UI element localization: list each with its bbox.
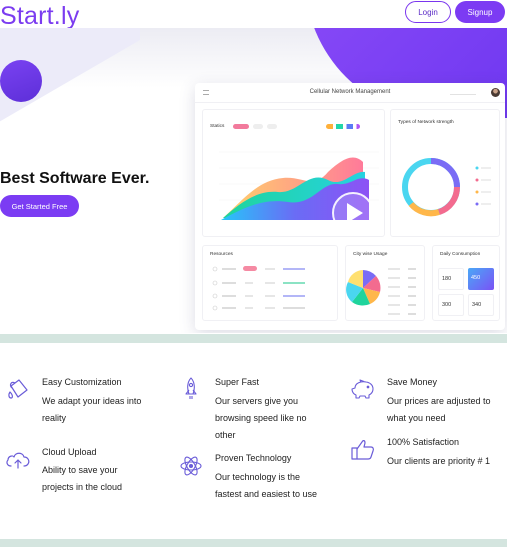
thumbs-up-icon	[351, 440, 374, 460]
avatar	[491, 88, 500, 97]
network-strength-card: Types of Network strength	[390, 109, 500, 237]
daily-consumption-card: Daily Consumption 180 450 300 340	[432, 245, 500, 321]
brand-logo[interactable]: Start.ly	[0, 2, 79, 31]
dashboard-topbar: Cellular Network Management	[195, 83, 505, 103]
daily-value: 180	[442, 276, 452, 282]
daily-tile: 180	[438, 268, 464, 290]
statics-card: Statics	[202, 109, 385, 237]
feature-description: We adapt your ideas into reality	[42, 396, 142, 423]
piggy-bank-icon	[351, 379, 374, 399]
statics-area-chart	[219, 151, 379, 234]
get-started-button[interactable]: Get Started Free	[0, 195, 79, 217]
daily-value: 340	[472, 302, 482, 308]
feature-description: Our servers give you browsing speed like…	[215, 396, 307, 440]
feature-title: Cloud Upload	[42, 447, 97, 457]
daily-tile-highlight: 450	[468, 268, 494, 290]
feature-title: 100% Satisfaction	[387, 437, 460, 447]
hero-section: Best Software Ever. Get Started Free Cel…	[0, 28, 507, 333]
feature-title: Save Money	[387, 377, 438, 387]
city-usage-chart	[346, 268, 416, 315]
section-divider	[0, 334, 507, 343]
daily-consumption-title: Daily Consumption	[440, 252, 481, 257]
login-button[interactable]: Login	[405, 1, 451, 23]
signup-button[interactable]: Signup	[455, 1, 505, 23]
hero-decor-circle	[0, 60, 42, 102]
city-usage-card: City wise Usage	[345, 245, 425, 321]
footer-divider	[0, 539, 507, 547]
feature-title: Proven Technology	[215, 453, 292, 463]
dashboard-preview: Cellular Network Management Statics Type…	[195, 83, 505, 330]
feature-description: Ability to save your projects in the clo…	[42, 465, 123, 492]
search-icon	[450, 90, 476, 95]
feature-description: Our clients are priority # 1	[387, 456, 491, 466]
network-donut-chart	[402, 158, 491, 217]
resources-card: Resources	[202, 245, 338, 321]
daily-value: 300	[442, 302, 452, 308]
rocket-icon	[185, 377, 197, 399]
feature-description: Our technology is the fastest and easies…	[215, 472, 318, 499]
cloud-upload-icon	[6, 452, 30, 469]
feature-title: Super Fast	[215, 377, 260, 387]
atom-icon	[180, 456, 202, 476]
feature-title: Easy Customization	[42, 377, 122, 387]
feature-description: Our prices are adjusted to what you need	[387, 396, 491, 423]
daily-tile: 300	[438, 294, 464, 316]
resources-table	[212, 266, 305, 311]
daily-tile: 340	[468, 294, 494, 316]
daily-value: 450	[471, 275, 481, 281]
paint-bucket-icon	[8, 379, 28, 399]
hero-title: Best Software Ever.	[0, 170, 150, 187]
